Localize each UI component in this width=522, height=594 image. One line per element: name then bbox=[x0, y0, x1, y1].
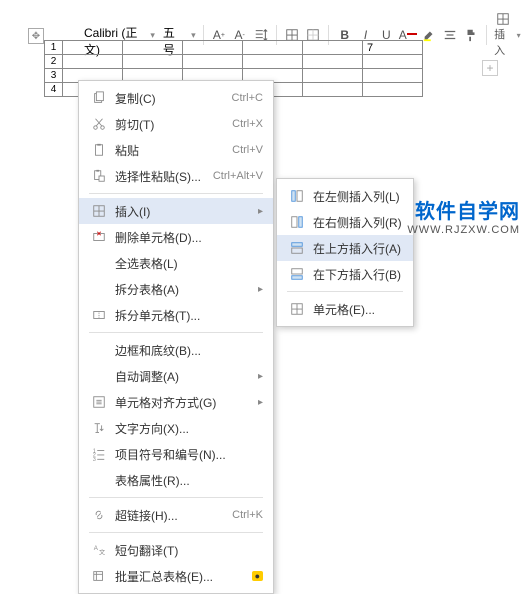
menu-cut[interactable]: 剪切(T) Ctrl+X bbox=[79, 111, 273, 137]
dropdown-icon[interactable]: ▾ bbox=[517, 31, 521, 40]
svg-text:文: 文 bbox=[99, 548, 105, 556]
copy-icon bbox=[89, 91, 109, 105]
split-cells-icon bbox=[89, 308, 109, 322]
menu-select-table[interactable]: 全选表格(L) bbox=[79, 250, 273, 276]
insert-button[interactable]: 插入 bbox=[494, 12, 513, 58]
menu-split-cells[interactable]: 拆分单元格(T)... bbox=[79, 302, 273, 328]
table-row: 2 bbox=[45, 55, 423, 69]
submenu-arrow-icon: ▸ bbox=[258, 397, 263, 408]
watermark: 软件自学网 WWW.RJZXW.COM bbox=[407, 195, 520, 236]
add-column-button[interactable]: + bbox=[482, 60, 498, 76]
text-direction-icon bbox=[89, 421, 109, 435]
list-icon: 123 bbox=[89, 447, 109, 461]
table-row: 17 bbox=[45, 41, 423, 55]
menu-autofit[interactable]: 自动调整(A) ▸ bbox=[79, 363, 273, 389]
cells-icon bbox=[287, 302, 307, 316]
cut-icon bbox=[89, 117, 109, 131]
menu-paste[interactable]: 粘贴 Ctrl+V bbox=[79, 137, 273, 163]
menu-paste-special[interactable]: 选择性粘贴(S)... Ctrl+Alt+V bbox=[79, 163, 273, 189]
submenu-arrow-icon: ▸ bbox=[258, 284, 263, 295]
menu-translate[interactable]: A文 短句翻译(T) bbox=[79, 537, 273, 563]
menu-hyperlink[interactable]: 超链接(H)... Ctrl+K bbox=[79, 502, 273, 528]
paste-icon bbox=[89, 143, 109, 157]
menu-alignment[interactable]: 单元格对齐方式(G) ▸ bbox=[79, 389, 273, 415]
separator bbox=[89, 532, 263, 533]
context-menu: 复制(C) Ctrl+C 剪切(T) Ctrl+X 粘贴 Ctrl+V 选择性粘… bbox=[78, 80, 274, 594]
delete-cells-icon bbox=[89, 230, 109, 244]
submenu-arrow-icon: ▸ bbox=[258, 206, 263, 217]
svg-text:A: A bbox=[94, 545, 99, 552]
watermark-title: 软件自学网 bbox=[407, 195, 520, 224]
translate-icon: A文 bbox=[89, 543, 109, 557]
format-painter-icon[interactable] bbox=[462, 25, 479, 45]
separator bbox=[89, 497, 263, 498]
menu-split-table[interactable]: 拆分表格(A) ▸ bbox=[79, 276, 273, 302]
menu-copy[interactable]: 复制(C) Ctrl+C bbox=[79, 85, 273, 111]
dropdown-icon[interactable]: ▾ bbox=[150, 30, 155, 41]
insert-col-right-icon bbox=[287, 215, 307, 229]
separator bbox=[89, 332, 263, 333]
new-badge: ● bbox=[252, 571, 263, 581]
link-icon bbox=[89, 508, 109, 522]
insert-row-above-icon bbox=[287, 241, 307, 255]
menu-batch-summary[interactable]: 批量汇总表格(E)... ● bbox=[79, 563, 273, 589]
paste-special-icon bbox=[89, 169, 109, 183]
menu-delete-cells[interactable]: 删除单元格(D)... bbox=[79, 224, 273, 250]
separator bbox=[287, 291, 403, 292]
menu-borders[interactable]: 边框和底纹(B)... bbox=[79, 337, 273, 363]
alignment-icon bbox=[89, 395, 109, 409]
insert-icon bbox=[89, 204, 109, 218]
submenu-cells[interactable]: 单元格(E)... bbox=[277, 296, 413, 322]
submenu-insert-col-left[interactable]: 在左侧插入列(L) bbox=[277, 183, 413, 209]
highlight-icon[interactable] bbox=[421, 25, 438, 45]
watermark-url: WWW.RJZXW.COM bbox=[407, 224, 520, 236]
submenu-insert-row-below[interactable]: 在下方插入行(B) bbox=[277, 261, 413, 287]
menu-text-direction[interactable]: 文字方向(X)... bbox=[79, 415, 273, 441]
submenu-insert-row-above[interactable]: 在上方插入行(A) bbox=[277, 235, 413, 261]
insert-row-below-icon bbox=[287, 267, 307, 281]
divider bbox=[486, 25, 487, 45]
separator bbox=[89, 193, 263, 194]
menu-bullets[interactable]: 123 项目符号和编号(N)... bbox=[79, 441, 273, 467]
submenu-insert-col-right[interactable]: 在右侧插入列(R) bbox=[277, 209, 413, 235]
summary-icon bbox=[89, 569, 109, 583]
dropdown-icon[interactable]: ▾ bbox=[191, 30, 196, 41]
svg-text:3: 3 bbox=[93, 457, 96, 461]
insert-submenu: 在左侧插入列(L) 在右侧插入列(R) 在上方插入行(A) 在下方插入行(B) … bbox=[276, 178, 414, 327]
menu-table-props[interactable]: 表格属性(R)... bbox=[79, 467, 273, 493]
align-icon[interactable] bbox=[442, 25, 459, 45]
menu-insert[interactable]: 插入(I) ▸ bbox=[79, 198, 273, 224]
submenu-arrow-icon: ▸ bbox=[258, 371, 263, 382]
insert-col-left-icon bbox=[287, 189, 307, 203]
table-move-handle[interactable]: ✥ bbox=[28, 28, 44, 44]
